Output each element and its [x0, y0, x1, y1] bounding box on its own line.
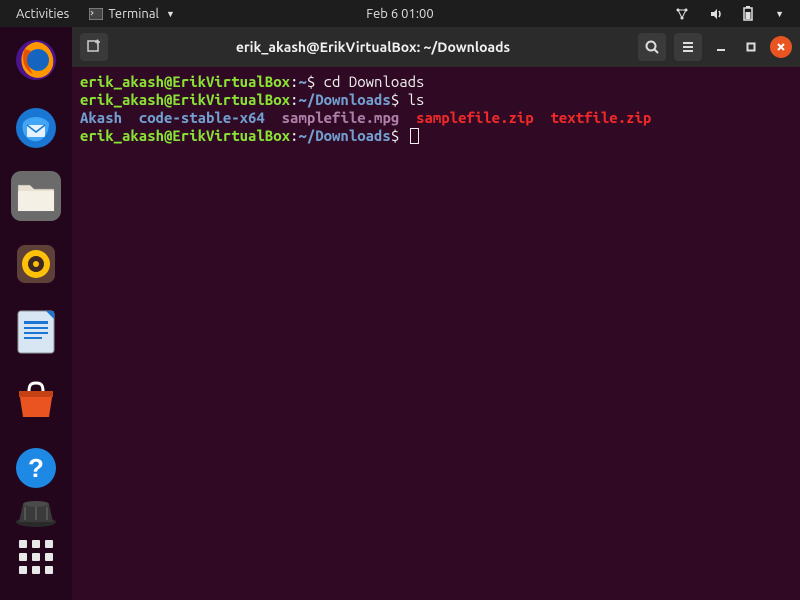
topbar-app-name: Terminal: [108, 7, 159, 21]
search-button[interactable]: [638, 33, 666, 61]
menu-icon: [680, 39, 696, 55]
new-tab-button[interactable]: [80, 33, 108, 61]
software-icon: [13, 379, 59, 421]
prompt-path: ~/Downloads: [298, 91, 390, 108]
volume-icon: [709, 7, 723, 21]
dock-rhythmbox[interactable]: [11, 239, 61, 289]
minimize-button[interactable]: [710, 36, 732, 58]
files-icon: [16, 179, 56, 213]
ls-entry-media: samplefile.mpg: [282, 109, 400, 126]
terminal-titlebar[interactable]: erik_akash@ErikVirtualBox: ~/Downloads: [72, 27, 800, 67]
close-icon: [775, 41, 787, 53]
new-tab-icon: [86, 39, 102, 55]
system-menu[interactable]: ▼: [765, 7, 792, 21]
prompt-user: erik_akash@ErikVirtualBox: [80, 127, 290, 144]
dock-thunderbird[interactable]: [11, 103, 61, 153]
dock-firefox[interactable]: [11, 35, 61, 85]
trash-icon: [11, 498, 61, 528]
rhythmbox-icon: [13, 241, 59, 287]
prompt-path: ~/Downloads: [298, 127, 390, 144]
thunderbird-icon: [13, 105, 59, 151]
terminal-window: erik_akash@ErikVirtualBox: ~/Downloads e…: [72, 27, 800, 600]
firefox-icon: [13, 37, 59, 83]
dock-libreoffice-writer[interactable]: [11, 307, 61, 357]
command-text: ls: [408, 91, 425, 108]
writer-icon: [16, 309, 56, 355]
hamburger-menu[interactable]: [674, 33, 702, 61]
gnome-topbar: Activities Terminal ▼ Feb 6 01:00 ▼: [0, 0, 800, 27]
prompt-user: erik_akash@ErikVirtualBox: [80, 73, 290, 90]
ls-entry-dir: Akash: [80, 109, 122, 126]
terminal-icon: [89, 8, 103, 20]
terminal-body[interactable]: erik_akash@ErikVirtualBox:~$ cd Download…: [72, 67, 800, 600]
show-applications[interactable]: [11, 532, 61, 582]
volume-indicator[interactable]: [701, 5, 731, 23]
dock-software[interactable]: [11, 375, 61, 425]
search-icon: [644, 39, 660, 55]
prompt-path: ~: [298, 73, 306, 90]
dock-files[interactable]: [11, 171, 61, 221]
topbar-app-menu[interactable]: Terminal ▼: [81, 5, 183, 23]
ls-entry-archive: textfile.zip: [551, 109, 652, 126]
minimize-icon: [715, 41, 727, 53]
help-icon: ?: [13, 445, 59, 491]
dock-trash[interactable]: [11, 498, 61, 528]
chevron-down-icon: ▼: [775, 9, 784, 19]
network-icon: [675, 7, 689, 21]
dock-help[interactable]: ?: [11, 443, 61, 493]
close-button[interactable]: [770, 36, 792, 58]
ls-entry-archive: samplefile.zip: [416, 109, 534, 126]
chevron-down-icon: ▼: [166, 9, 175, 19]
maximize-icon: [745, 41, 757, 53]
window-title: erik_akash@ErikVirtualBox: ~/Downloads: [108, 39, 638, 55]
maximize-button[interactable]: [740, 36, 762, 58]
terminal-cursor: [410, 128, 419, 144]
clock[interactable]: Feb 6 01:00: [358, 5, 441, 23]
dock: ?: [0, 27, 72, 600]
ls-entry-dir: code-stable-x64: [139, 109, 265, 126]
battery-indicator[interactable]: [735, 4, 761, 23]
activities-button[interactable]: Activities: [8, 5, 77, 23]
command-text: cd Downloads: [324, 73, 425, 90]
svg-text:?: ?: [28, 453, 44, 483]
battery-icon: [743, 6, 753, 21]
prompt-user: erik_akash@ErikVirtualBox: [80, 91, 290, 108]
network-indicator[interactable]: [667, 5, 697, 23]
